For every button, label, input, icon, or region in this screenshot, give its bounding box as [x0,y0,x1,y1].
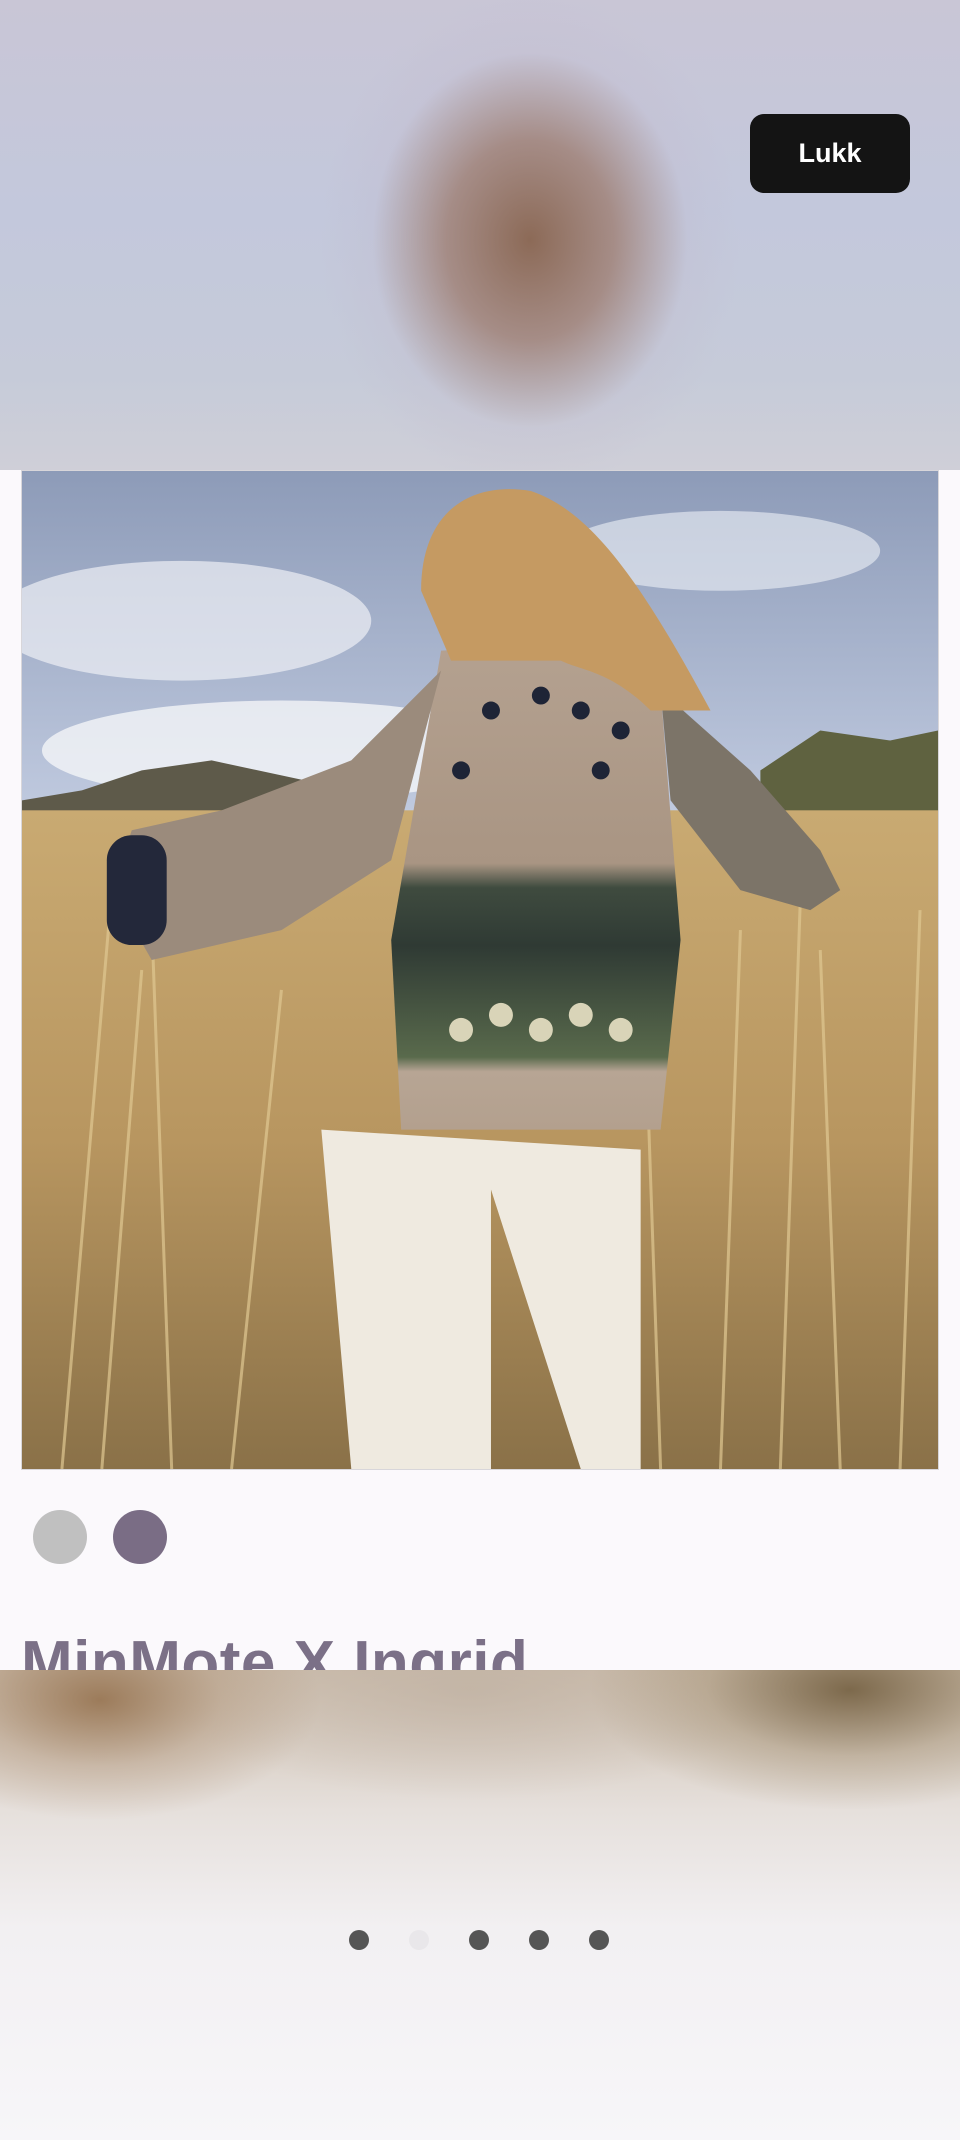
gallery-dot[interactable] [349,1930,369,1950]
gallery-dot[interactable] [529,1930,549,1950]
color-swatch-grey[interactable] [33,1510,87,1564]
color-options [33,1510,167,1566]
blurred-image-backdrop-bottom [0,1670,960,2140]
gallery-pagination [349,1930,609,1950]
blurred-image-backdrop-top [0,0,960,470]
gallery-dot[interactable] [409,1930,429,1950]
product-image[interactable] [21,470,939,1470]
gallery-dot[interactable] [469,1930,489,1950]
color-swatch-purple[interactable] [113,1510,167,1564]
close-button[interactable]: Lukk [750,114,910,193]
gallery-dot[interactable] [589,1930,609,1950]
model-in-grass-photo [22,471,938,1469]
